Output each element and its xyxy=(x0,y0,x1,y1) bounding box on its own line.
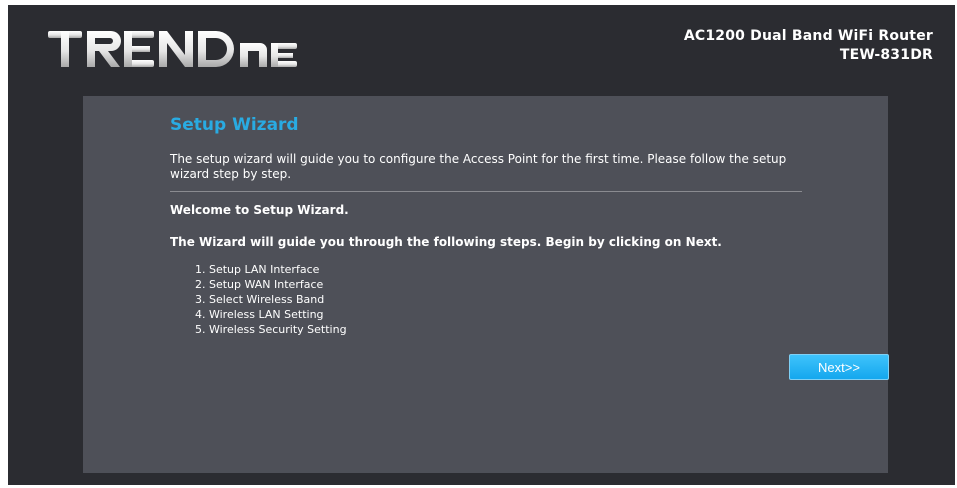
page-title: Setup Wizard xyxy=(170,115,299,135)
wizard-panel: Setup Wizard The setup wizard will guide… xyxy=(83,96,889,473)
step-item: 2. Setup WAN Interface xyxy=(195,278,324,291)
welcome-text: Welcome to Setup Wizard. xyxy=(170,203,349,217)
guide-text: The Wizard will guide you through the fo… xyxy=(170,235,722,249)
product-info: AC1200 Dual Band WiFi Router TEW-831DR xyxy=(684,27,933,65)
steps-list: 1. Setup LAN Interface 2. Setup WAN Inte… xyxy=(195,262,347,337)
trendnet-logo xyxy=(48,21,298,77)
divider xyxy=(170,191,802,192)
intro-text: The setup wizard will guide you to confi… xyxy=(170,152,787,181)
step-item: 3. Select Wireless Band xyxy=(195,293,325,306)
next-button[interactable]: Next>> xyxy=(789,354,889,380)
step-item: 5. Wireless Security Setting xyxy=(195,323,347,336)
page-frame: AC1200 Dual Band WiFi Router TEW-831DR S… xyxy=(8,5,955,485)
model-number: TEW-831DR xyxy=(839,47,933,63)
product-name: AC1200 Dual Band WiFi Router xyxy=(683,28,933,44)
trendnet-logo-graphic xyxy=(48,31,297,67)
step-item: 4. Wireless LAN Setting xyxy=(195,308,324,321)
step-item: 1. Setup LAN Interface xyxy=(195,263,320,276)
